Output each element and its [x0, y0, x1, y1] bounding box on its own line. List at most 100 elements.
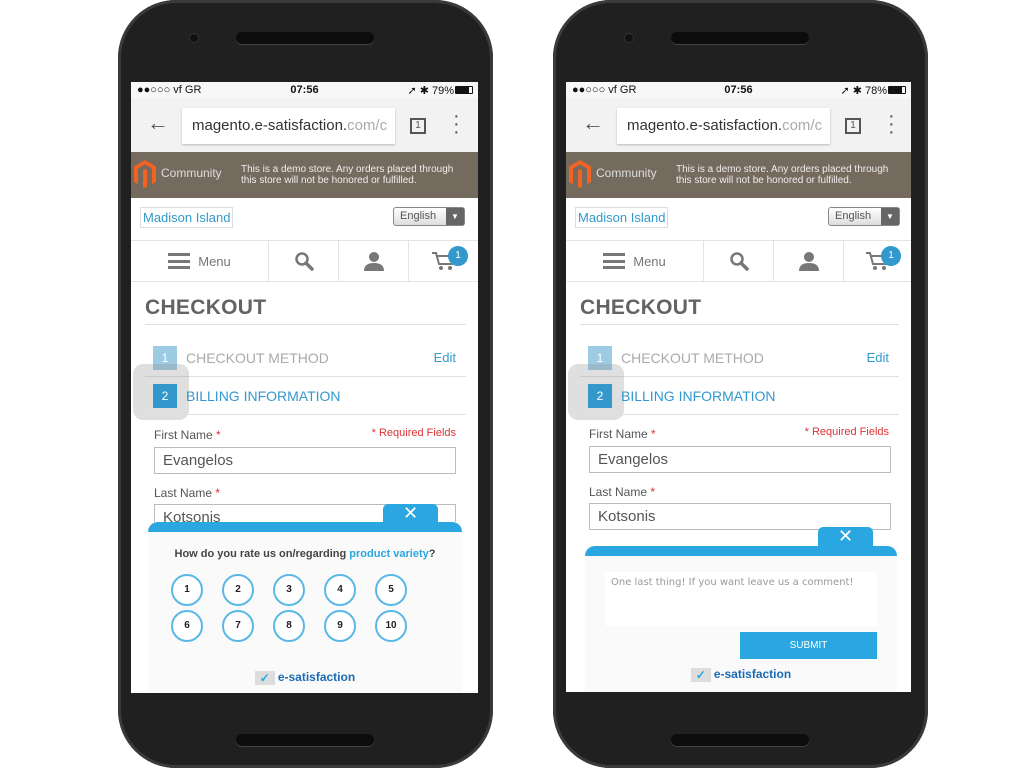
e-satisfaction-logo: ✓ e-satisfaction	[585, 667, 897, 682]
edit-link[interactable]: Edit	[867, 350, 889, 365]
magento-logo-icon	[569, 160, 591, 188]
e-satisfaction-logo: ✓ e-satisfaction	[148, 670, 462, 685]
rating-option-7[interactable]: 7	[222, 610, 254, 642]
back-arrow-icon[interactable]: ←	[147, 110, 169, 136]
submit-button[interactable]: SUBMIT	[740, 632, 877, 659]
front-camera	[625, 34, 633, 42]
battery-icon	[455, 86, 473, 94]
rating-option-9[interactable]: 9	[324, 610, 356, 642]
tab-switcher-button[interactable]: 1	[845, 118, 861, 134]
language-select[interactable]: English ▼	[828, 207, 900, 226]
demo-notice-banner: Community This is a demo store. Any orde…	[566, 152, 911, 198]
comment-textarea[interactable]: One last thing! If you want leave us a c…	[605, 572, 877, 626]
hamburger-icon	[603, 253, 626, 269]
demo-notice-text: This is a demo store. Any orders placed …	[241, 164, 454, 186]
language-value: English	[400, 210, 437, 222]
divider	[580, 376, 899, 377]
divider	[580, 414, 899, 415]
url-text-faded: com/c	[347, 117, 388, 134]
url-text-faded: com/c	[782, 117, 823, 134]
dropdown-arrow-icon: ▼	[446, 208, 464, 225]
cart-button[interactable]: 1	[844, 241, 911, 281]
close-popup-button[interactable]: ✕	[383, 504, 438, 524]
search-button[interactable]	[269, 241, 339, 281]
url-text: magento.e-satisfaction.	[192, 117, 348, 134]
page-title: CHECKOUT	[145, 296, 267, 319]
menu-label: Menu	[633, 253, 666, 269]
overflow-menu-icon[interactable]: · · ·	[888, 106, 895, 142]
cart-count-badge: 1	[448, 246, 468, 266]
account-button[interactable]	[339, 241, 409, 281]
checkmark-icon: ✓	[254, 670, 275, 685]
rating-option-10[interactable]: 10	[375, 610, 407, 642]
rating-option-4[interactable]: 4	[324, 574, 356, 606]
search-icon	[294, 252, 314, 271]
bottom-speaker	[671, 734, 809, 746]
last-name-label: Last Name *	[154, 486, 221, 500]
community-edition-label: Community	[596, 166, 657, 180]
url-text: magento.e-satisfaction.	[627, 117, 783, 134]
first-name-label: First Name *	[154, 428, 221, 442]
divider	[145, 324, 466, 325]
page-title: CHECKOUT	[580, 296, 702, 319]
step-label: CHECKOUT METHOD	[621, 350, 764, 366]
comment-survey-popup: One last thing! If you want leave us a c…	[585, 546, 897, 692]
step-label: BILLING INFORMATION	[621, 388, 776, 404]
step-billing-information[interactable]: 2 BILLING INFORMATION	[153, 384, 341, 408]
battery-percent: ➚ ✱ 79%	[407, 85, 454, 97]
battery-icon	[888, 86, 906, 94]
edit-link[interactable]: Edit	[434, 350, 456, 365]
first-name-label: First Name *	[589, 427, 656, 441]
cart-count-badge: 1	[881, 246, 901, 266]
rating-option-6[interactable]: 6	[171, 610, 203, 642]
required-fields-note: * Required Fields	[804, 426, 889, 438]
required-fields-note: * Required Fields	[371, 427, 456, 439]
divider	[580, 324, 899, 325]
step-billing-information[interactable]: 2 BILLING INFORMATION	[588, 384, 776, 408]
front-camera	[190, 34, 198, 42]
browser-toolbar: ← magento.e-satisfaction.com/c 1 · · ·	[566, 98, 911, 152]
first-name-input[interactable]: Evangelos	[589, 446, 891, 473]
main-nav: Menu 1	[131, 240, 478, 282]
overflow-menu-icon[interactable]: · · ·	[453, 106, 460, 142]
demo-notice-banner: Community This is a demo store. Any orde…	[131, 152, 478, 198]
dropdown-arrow-icon: ▼	[881, 208, 899, 225]
browser-toolbar: ← magento.e-satisfaction.com/c 1 · · ·	[131, 98, 478, 152]
step-number: 2	[588, 384, 612, 408]
rating-survey-popup: How do you rate us on/regarding product …	[148, 522, 462, 693]
close-popup-button[interactable]: ✕	[818, 527, 873, 547]
store-logo-link[interactable]: Madison Island	[140, 207, 234, 228]
main-nav: Menu 1	[566, 240, 911, 282]
earpiece-speaker	[236, 32, 374, 44]
menu-button[interactable]: Menu	[566, 241, 704, 281]
first-name-input[interactable]: Evangelos	[154, 447, 456, 474]
address-bar[interactable]: magento.e-satisfaction.com/c	[182, 108, 395, 144]
status-bar: ●●○○○ vf GR 07:56 ➚ ✱ 78%	[566, 82, 911, 98]
language-select[interactable]: English ▼	[393, 207, 465, 226]
store-header: Madison Island English ▼	[566, 198, 911, 240]
language-value: English	[835, 210, 872, 222]
account-button[interactable]	[774, 241, 844, 281]
tab-switcher-button[interactable]: 1	[410, 118, 426, 134]
menu-label: Menu	[198, 253, 231, 269]
search-button[interactable]	[704, 241, 774, 281]
address-bar[interactable]: magento.e-satisfaction.com/c	[617, 108, 830, 144]
step-label: CHECKOUT METHOD	[186, 350, 329, 366]
rating-option-3[interactable]: 3	[273, 574, 305, 606]
survey-question: How do you rate us on/regarding product …	[174, 548, 436, 560]
earpiece-speaker	[671, 32, 809, 44]
rating-option-2[interactable]: 2	[222, 574, 254, 606]
rating-option-8[interactable]: 8	[273, 610, 305, 642]
battery-percent: ➚ ✱ 78%	[840, 85, 887, 97]
hamburger-icon	[168, 253, 191, 269]
store-logo-link[interactable]: Madison Island	[575, 207, 669, 228]
rating-option-5[interactable]: 5	[375, 574, 407, 606]
rating-option-1[interactable]: 1	[171, 574, 203, 606]
popup-header-bar	[148, 522, 462, 532]
menu-button[interactable]: Menu	[131, 241, 269, 281]
divider	[145, 414, 466, 415]
cart-button[interactable]: 1	[409, 241, 478, 281]
search-icon	[729, 252, 749, 271]
user-icon	[798, 252, 819, 271]
back-arrow-icon[interactable]: ←	[582, 110, 604, 136]
